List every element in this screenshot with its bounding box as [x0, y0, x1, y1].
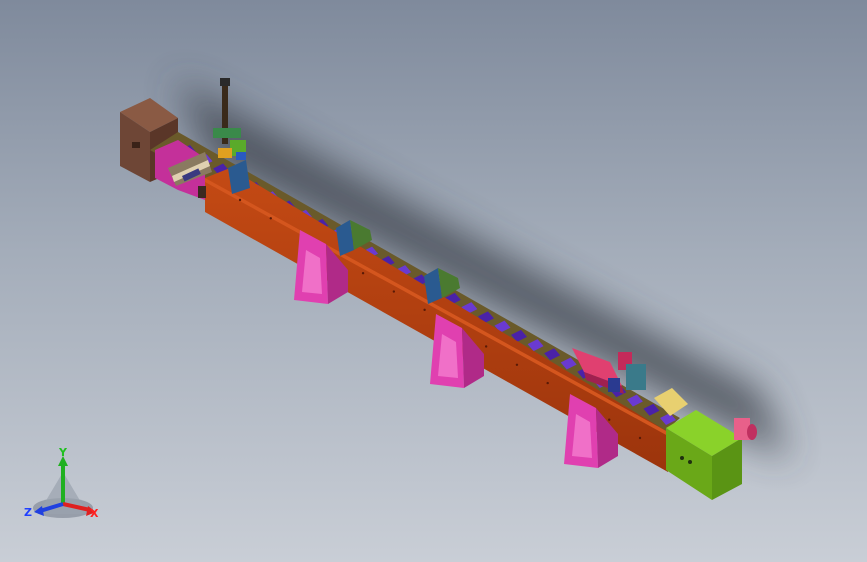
bolt	[392, 290, 396, 293]
z-axis-label: Z	[24, 506, 32, 519]
x-axis-label: X	[90, 507, 99, 520]
conveyor-model[interactable]	[0, 0, 867, 562]
model-shadow	[175, 80, 790, 460]
bolt	[546, 381, 549, 385]
bolt	[608, 418, 611, 421]
bolt	[361, 272, 365, 275]
bolt	[238, 198, 242, 202]
y-axis-label: Y	[58, 446, 68, 459]
cad-viewport[interactable]: Y X Z	[0, 0, 867, 562]
bolt	[484, 345, 488, 348]
bolt	[638, 436, 642, 440]
bolt	[515, 363, 519, 366]
bolt	[269, 217, 272, 220]
orientation-triad[interactable]: Y X Z	[18, 444, 118, 534]
bolt	[423, 308, 426, 312]
